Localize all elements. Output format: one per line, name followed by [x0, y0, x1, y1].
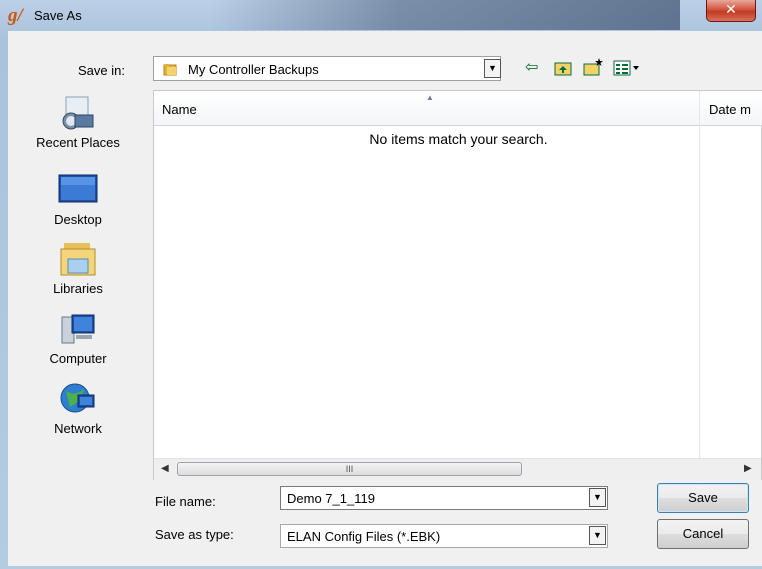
place-recent-places[interactable]: Recent Places [8, 95, 148, 150]
file-name-dropdown-button[interactable]: ▼ [589, 488, 606, 507]
list-header: ▲ Name Date m [154, 91, 762, 126]
place-computer[interactable]: Computer [8, 311, 148, 366]
file-name-input[interactable]: Demo 7_1_119 ▼ [280, 486, 608, 510]
scroll-left-icon[interactable]: ◀ [161, 463, 169, 474]
close-button[interactable]: ✕ [706, 0, 756, 22]
column-header-date-modified[interactable]: Date m [709, 102, 751, 117]
file-list-view[interactable]: ▲ Name Date m No items match your search… [153, 90, 762, 481]
save-as-type-select[interactable]: ELAN Config Files (*.EBK) ▼ [280, 524, 608, 548]
file-name-value: Demo 7_1_119 [287, 491, 375, 506]
horizontal-scrollbar[interactable]: ◀ III ▶ [154, 458, 761, 480]
column-divider[interactable] [699, 91, 700, 481]
empty-list-message: No items match your search. [369, 131, 548, 147]
save-as-type-label: Save as type: [155, 527, 234, 542]
title-glass [210, 0, 680, 30]
computer-icon [61, 314, 95, 344]
cancel-button[interactable]: Cancel [657, 519, 749, 549]
new-folder-icon[interactable] [583, 57, 605, 77]
back-arrow-icon[interactable]: ⇦ [525, 58, 538, 78]
save-as-type-dropdown-button[interactable]: ▼ [589, 526, 606, 545]
dialog-client-area: Save in: My Controller Backups ▼ ⇦ Recen… [8, 31, 762, 566]
place-libraries[interactable]: Libraries [8, 241, 148, 296]
network-icon [60, 383, 95, 413]
place-label: Recent Places [36, 135, 120, 150]
place-network[interactable]: Network [8, 381, 148, 436]
scrollbar-thumb[interactable]: III [177, 462, 522, 476]
save-in-combobox[interactable]: My Controller Backups ▼ [153, 56, 501, 81]
view-menu-icon[interactable] [613, 59, 641, 77]
save-in-label: Save in: [78, 63, 125, 78]
window-title: Save As [34, 8, 82, 23]
save-as-type-value: ELAN Config Files (*.EBK) [287, 529, 441, 544]
place-label: Network [54, 421, 102, 436]
save-in-value: My Controller Backups [188, 62, 319, 77]
place-desktop[interactable]: Desktop [8, 172, 148, 227]
scroll-right-icon[interactable]: ▶ [744, 463, 752, 474]
place-label: Desktop [54, 212, 102, 227]
title-bar[interactable]: g/ Save As ✕ [0, 0, 762, 32]
save-button[interactable]: Save [657, 483, 749, 513]
desktop-icon [58, 174, 98, 203]
place-label: Libraries [53, 281, 103, 296]
folder-icon [163, 64, 177, 76]
recent-places-icon [62, 96, 94, 130]
save-as-dialog: g/ Save As ✕ Save in: My Controller Back… [0, 0, 762, 569]
close-icon: ✕ [725, 2, 737, 18]
scroll-thumb-grip: III [345, 464, 354, 474]
up-folder-icon[interactable] [554, 59, 572, 77]
column-header-name[interactable]: Name [162, 102, 197, 117]
app-icon: g/ [8, 5, 23, 26]
file-name-label: File name: [155, 494, 216, 509]
libraries-icon [60, 243, 96, 276]
save-in-dropdown-button[interactable]: ▼ [484, 59, 501, 78]
sort-ascending-icon: ▲ [426, 93, 434, 102]
place-label: Computer [49, 351, 107, 366]
